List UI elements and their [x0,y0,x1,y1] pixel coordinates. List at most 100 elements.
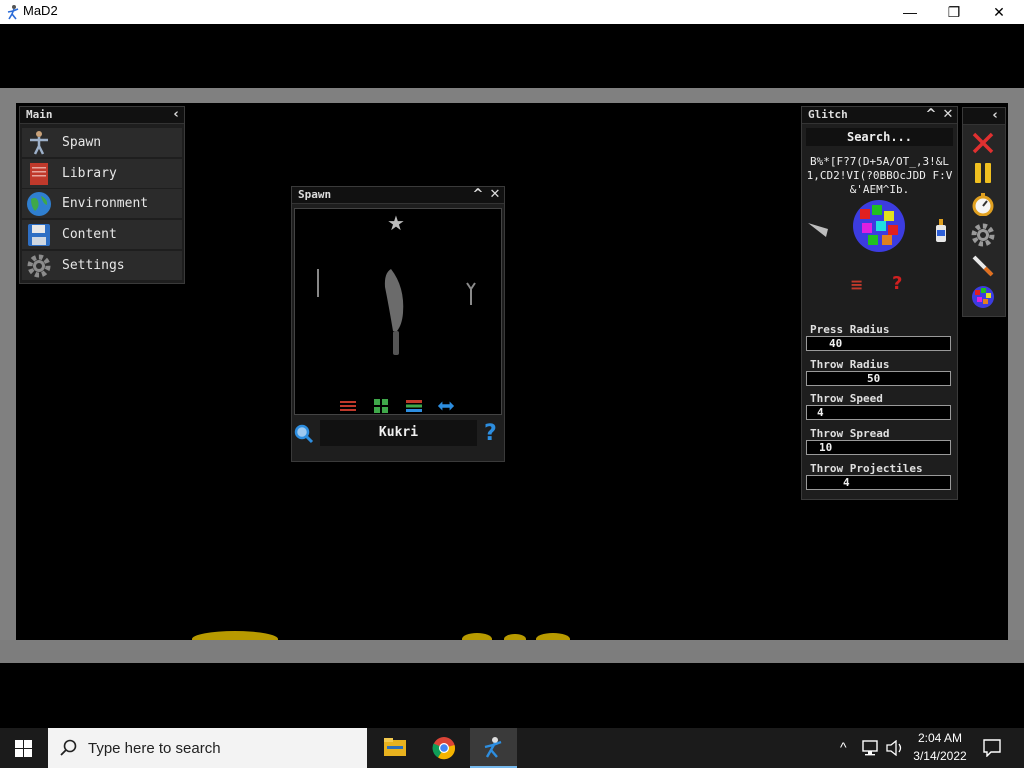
search-icon[interactable] [294,424,314,444]
throw-radius-value: 50 [867,372,881,385]
throw-spread-input[interactable]: 10 [806,440,951,455]
network-icon[interactable] [862,740,882,756]
mad2-taskbar-button[interactable] [470,728,517,768]
pause-button[interactable] [969,160,997,186]
throw-radius-input[interactable]: 50 [806,371,951,386]
favorite-star-icon[interactable]: ★ [387,211,405,235]
menu-item-content[interactable]: Content [22,220,182,249]
minimize-panel-button[interactable]: ^ [470,187,486,203]
glitch-panel-header: Glitch ^ ✕ [802,107,957,124]
menu-item-library[interactable]: Library [22,159,182,188]
minimize-button[interactable]: — [887,0,933,24]
glitch-ball-icon[interactable] [852,199,906,253]
syringe-icon [972,255,994,277]
globe-icon [27,191,51,216]
restore-button[interactable]: ❐ [931,0,977,24]
window-title: MaD2 [23,3,58,18]
glitch-code-text: B%*[F?7(D+5A/OT_,3!&L 1,CD2!VI(?0BBOcJDD… [806,155,953,196]
throw-speed-value: 4 [817,406,824,419]
throw-spread-label: Throw Spread [810,427,890,440]
minimize-panel-button[interactable]: ^ [923,107,939,123]
throw-speed-input[interactable]: 4 [806,405,951,420]
app-icon [7,5,19,20]
clock-date[interactable]: 3/14/2022 [910,749,970,763]
menu-item-environment[interactable]: Environment [22,189,182,218]
list-view-icon[interactable] [405,399,423,413]
search-icon [60,739,77,756]
pause-icon [975,163,991,183]
close-panel-button[interactable]: ✕ [940,107,956,123]
blade-thumbnail-icon[interactable] [806,219,832,241]
menu-item-label: Library [62,166,117,181]
chrome-icon[interactable] [432,736,456,760]
main-panel: Main ‹ Spawn Library Environment Content… [19,106,185,284]
tool-strip-header: ‹ [963,108,1005,125]
menu-item-label: Environment [62,196,149,211]
gear-icon [27,254,51,277]
syringe-button[interactable] [969,253,997,279]
item-thumbnail-right[interactable] [465,281,477,307]
letterbox-top [0,24,1024,88]
collapse-button[interactable]: ‹ [168,107,184,123]
glue-bottle-icon[interactable] [934,219,948,243]
tool-strip: ‹ [962,107,1006,317]
press-radius-input[interactable]: 40 [806,336,951,351]
spawn-panel-title: Spawn [298,188,332,201]
floppy-icon [28,223,50,246]
tray-chevron-icon[interactable]: ^ [840,739,847,755]
letterbox-bottom [0,663,1024,728]
volume-icon[interactable] [886,740,904,756]
glitch-tool-button[interactable] [969,284,997,310]
person-icon [30,130,48,155]
menu-item-label: Spawn [62,135,102,150]
notification-icon[interactable] [983,739,1001,757]
grid-view-icon[interactable] [372,399,390,413]
selected-item-field[interactable]: Kukri [320,420,477,446]
clear-button[interactable] [969,130,997,156]
gear-icon [971,223,995,247]
list-icon[interactable]: ≡ [850,275,863,294]
collapse-button[interactable]: ‹ [987,108,1003,124]
clock-time[interactable]: 2:04 AM [914,731,966,745]
sort-icon[interactable] [339,399,357,413]
throw-projectiles-input[interactable]: 4 [806,475,951,490]
kukri-icon[interactable] [383,267,411,357]
throw-projectiles-label: Throw Projectiles [810,462,923,475]
yellow-debris-shape [536,633,570,640]
close-button[interactable]: ✕ [976,0,1022,24]
swap-arrows-icon[interactable] [437,399,455,413]
spawn-preview[interactable]: ★ [294,208,502,415]
spawn-panel-header: Spawn ^ ✕ [292,187,504,204]
throw-speed-label: Throw Speed [810,392,883,405]
menu-item-settings[interactable]: Settings [22,251,182,280]
menu-item-label: Content [62,227,117,242]
book-icon [30,162,48,185]
yellow-debris-shape [462,633,492,640]
close-x-icon [972,132,994,154]
menu-item-spawn[interactable]: Spawn [22,128,182,157]
file-explorer-icon[interactable] [383,736,407,758]
mad2-app-icon [484,737,502,758]
main-panel-header: Main ‹ [20,107,184,124]
item-thumbnail-left[interactable] [317,269,319,297]
close-panel-button[interactable]: ✕ [487,187,503,203]
menu-item-label: Settings [62,258,125,273]
game-frame-bottom [0,640,1024,663]
glitch-ball-icon [972,286,994,308]
glitch-search-input[interactable]: Search... [806,128,953,146]
window-titlebar [0,0,1024,24]
glitch-panel: Glitch ^ ✕ Search... B%*[F?7(D+5A/OT_,3!… [801,106,958,500]
throw-radius-label: Throw Radius [810,358,890,371]
stopwatch-icon [972,193,994,216]
yellow-ragdoll-shape [192,631,278,640]
windows-start-icon[interactable] [15,740,32,757]
settings-button[interactable] [969,222,997,248]
spawn-panel: Spawn ^ ✕ ★ Kukri ? [291,186,505,462]
help-icon[interactable]: ? [892,273,902,294]
press-radius-label: Press Radius [810,323,890,336]
taskbar-search-placeholder: Type here to search [88,740,221,757]
press-radius-value: 40 [829,337,843,350]
time-scale-button[interactable] [969,191,997,217]
main-panel-title: Main [26,108,53,121]
help-icon[interactable]: ? [484,421,497,446]
